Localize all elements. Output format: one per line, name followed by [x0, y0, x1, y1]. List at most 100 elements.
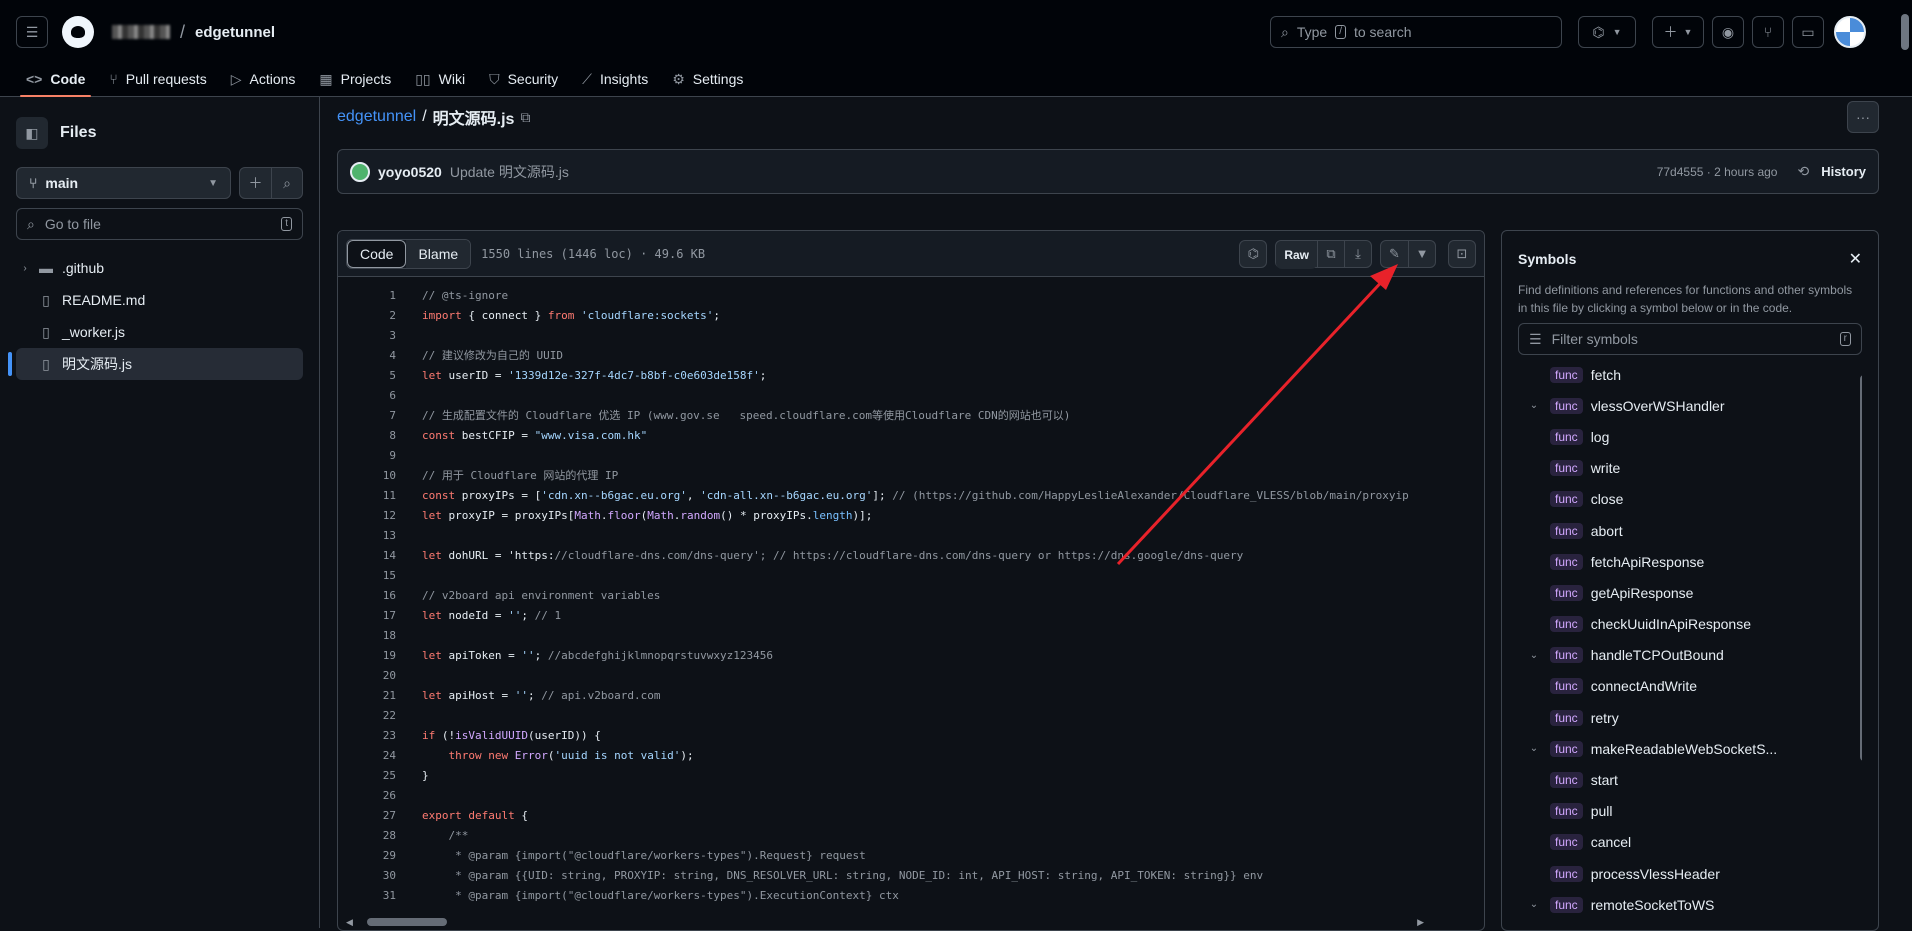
- raw-button[interactable]: Raw: [1276, 240, 1317, 269]
- collapse-sidebar-button[interactable]: ◧: [16, 117, 48, 149]
- line-number[interactable]: 23: [338, 729, 396, 742]
- symbol-item[interactable]: ⌄ func remoteSocketToWS: [1518, 889, 1862, 920]
- tab-code[interactable]: <> Code: [16, 64, 95, 97]
- symbol-item[interactable]: func checkUuidInApiResponse: [1518, 609, 1862, 640]
- copy-button[interactable]: ⧉: [1317, 240, 1344, 267]
- symbol-item[interactable]: func connectAndWrite: [1518, 671, 1862, 702]
- symbol-item[interactable]: ⌄ func vlessOverWSHandler: [1518, 390, 1862, 421]
- line-number[interactable]: 20: [338, 669, 396, 682]
- line-number[interactable]: 5: [338, 369, 396, 382]
- scrollbar-thumb[interactable]: [366, 918, 447, 926]
- github-logo-icon[interactable]: [62, 16, 94, 48]
- horizontal-scrollbar[interactable]: ◀ ▶: [346, 916, 1424, 928]
- tab-settings[interactable]: ⚙ Settings: [662, 64, 753, 94]
- chevron-down-icon[interactable]: ⌄: [1526, 400, 1542, 411]
- search-files-button[interactable]: ⌕: [271, 168, 302, 198]
- line-number[interactable]: 8: [338, 429, 396, 442]
- page-scrollbar[interactable]: [1898, 0, 1912, 928]
- line-number[interactable]: 17: [338, 609, 396, 622]
- commit-author[interactable]: yoyo0520: [378, 164, 442, 180]
- line-number[interactable]: 26: [338, 789, 396, 802]
- line-number[interactable]: 19: [338, 649, 396, 662]
- tree-item-github-folder[interactable]: › ▬ .github: [16, 252, 303, 284]
- scroll-right-icon[interactable]: ▶: [1417, 917, 1424, 928]
- tree-item-selected-file[interactable]: ▯ 明文源码.js: [8, 348, 303, 380]
- line-number[interactable]: 22: [338, 709, 396, 722]
- breadcrumb-repo-link[interactable]: edgetunnel: [337, 108, 416, 126]
- filter-symbols-input[interactable]: ☰ Filter symbols r: [1518, 323, 1862, 355]
- symbol-item[interactable]: func fetch: [1518, 359, 1862, 390]
- chevron-down-icon[interactable]: ⌄: [1526, 899, 1542, 910]
- edit-options-dropdown[interactable]: ▼: [1408, 240, 1435, 267]
- tab-wiki[interactable]: ▯▯ Wiki: [405, 64, 475, 94]
- tree-item-worker[interactable]: ▯ _worker.js: [16, 316, 303, 348]
- line-number[interactable]: 25: [338, 769, 396, 782]
- branch-selector[interactable]: ⑂ main ▼: [16, 167, 231, 199]
- symbols-panel-toggle[interactable]: ⊡: [1448, 239, 1476, 268]
- more-options-button[interactable]: ···: [1847, 101, 1879, 133]
- tab-code-view[interactable]: Code: [347, 239, 407, 268]
- symbol-item[interactable]: func retry: [1518, 702, 1862, 733]
- chevron-right-icon[interactable]: ›: [20, 263, 30, 274]
- tab-pull-requests[interactable]: ⑂ Pull requests: [99, 64, 216, 94]
- issues-button[interactable]: ◉: [1712, 16, 1744, 48]
- line-number[interactable]: 6: [338, 389, 396, 402]
- symbol-item[interactable]: func log: [1518, 421, 1862, 452]
- line-number[interactable]: 14: [338, 549, 396, 562]
- scrollbar-thumb[interactable]: [1901, 14, 1909, 50]
- avatar[interactable]: [350, 161, 370, 182]
- menu-button[interactable]: ☰: [16, 16, 48, 48]
- search-input[interactable]: ⌕ Type / to search: [1270, 16, 1562, 48]
- symbol-item[interactable]: ⌄ func handleTCPOutBound: [1518, 640, 1862, 671]
- line-number[interactable]: 18: [338, 629, 396, 642]
- edit-file-button[interactable]: ✎: [1381, 241, 1408, 267]
- line-number[interactable]: 11: [338, 489, 396, 502]
- tab-insights[interactable]: ⟋ Insights: [572, 64, 658, 94]
- line-number[interactable]: 29: [338, 849, 396, 862]
- symbol-item[interactable]: func fetchApiResponse: [1518, 546, 1862, 577]
- symbol-item[interactable]: func abort: [1518, 515, 1862, 546]
- go-to-file-input[interactable]: ⌕ Go to file t: [16, 208, 303, 240]
- line-number[interactable]: 15: [338, 569, 396, 582]
- history-button[interactable]: History: [1821, 164, 1866, 179]
- chevron-down-icon[interactable]: ⌄: [1526, 743, 1542, 754]
- download-button[interactable]: ⤓: [1344, 240, 1371, 267]
- symbol-item[interactable]: func close: [1518, 484, 1862, 515]
- line-number[interactable]: 3: [338, 329, 396, 342]
- add-file-button[interactable]: ＋: [240, 168, 271, 198]
- line-number[interactable]: 12: [338, 509, 396, 522]
- create-new-button[interactable]: ＋ ▼: [1652, 16, 1704, 48]
- chevron-down-icon[interactable]: ⌄: [1526, 650, 1542, 661]
- tab-projects[interactable]: ▦ Projects: [309, 64, 401, 94]
- line-number[interactable]: 4: [338, 349, 396, 362]
- line-number[interactable]: 16: [338, 589, 396, 602]
- scroll-left-icon[interactable]: ◀: [346, 917, 353, 928]
- tab-security[interactable]: ⛉ Security: [479, 64, 568, 94]
- repo-name[interactable]: edgetunnel: [195, 24, 275, 41]
- symbol-item[interactable]: func pull: [1518, 796, 1862, 827]
- tree-item-readme[interactable]: ▯ README.md: [16, 284, 303, 316]
- avatar[interactable]: [1834, 16, 1866, 48]
- line-number[interactable]: 9: [338, 449, 396, 462]
- tab-actions[interactable]: ▷ Actions: [221, 64, 306, 94]
- line-number[interactable]: 10: [338, 469, 396, 482]
- symbol-item[interactable]: func start: [1518, 764, 1862, 795]
- vertical-scrollbar[interactable]: [1858, 359, 1862, 929]
- line-number[interactable]: 7: [338, 409, 396, 422]
- line-number[interactable]: 21: [338, 689, 396, 702]
- symbol-item[interactable]: ⌄ func makeReadableWebSocketS...: [1518, 733, 1862, 764]
- line-number[interactable]: 27: [338, 809, 396, 822]
- symbol-item[interactable]: func getApiResponse: [1518, 577, 1862, 608]
- scrollbar-thumb[interactable]: [1860, 375, 1862, 761]
- copilot-button[interactable]: ⌬ ▼: [1578, 16, 1636, 48]
- pull-requests-button[interactable]: ⑂: [1752, 16, 1784, 48]
- commit-message[interactable]: Update 明文源码.js: [450, 162, 569, 182]
- line-number[interactable]: 1: [338, 289, 396, 302]
- copilot-ask-button[interactable]: ⌬: [1239, 239, 1268, 268]
- copy-path-icon[interactable]: ⧉: [520, 109, 530, 126]
- line-number[interactable]: 31: [338, 889, 396, 902]
- symbol-item[interactable]: func write: [1518, 453, 1862, 484]
- line-number[interactable]: 30: [338, 869, 396, 882]
- repo-owner-redacted[interactable]: [112, 25, 170, 39]
- line-number[interactable]: 2: [338, 309, 396, 322]
